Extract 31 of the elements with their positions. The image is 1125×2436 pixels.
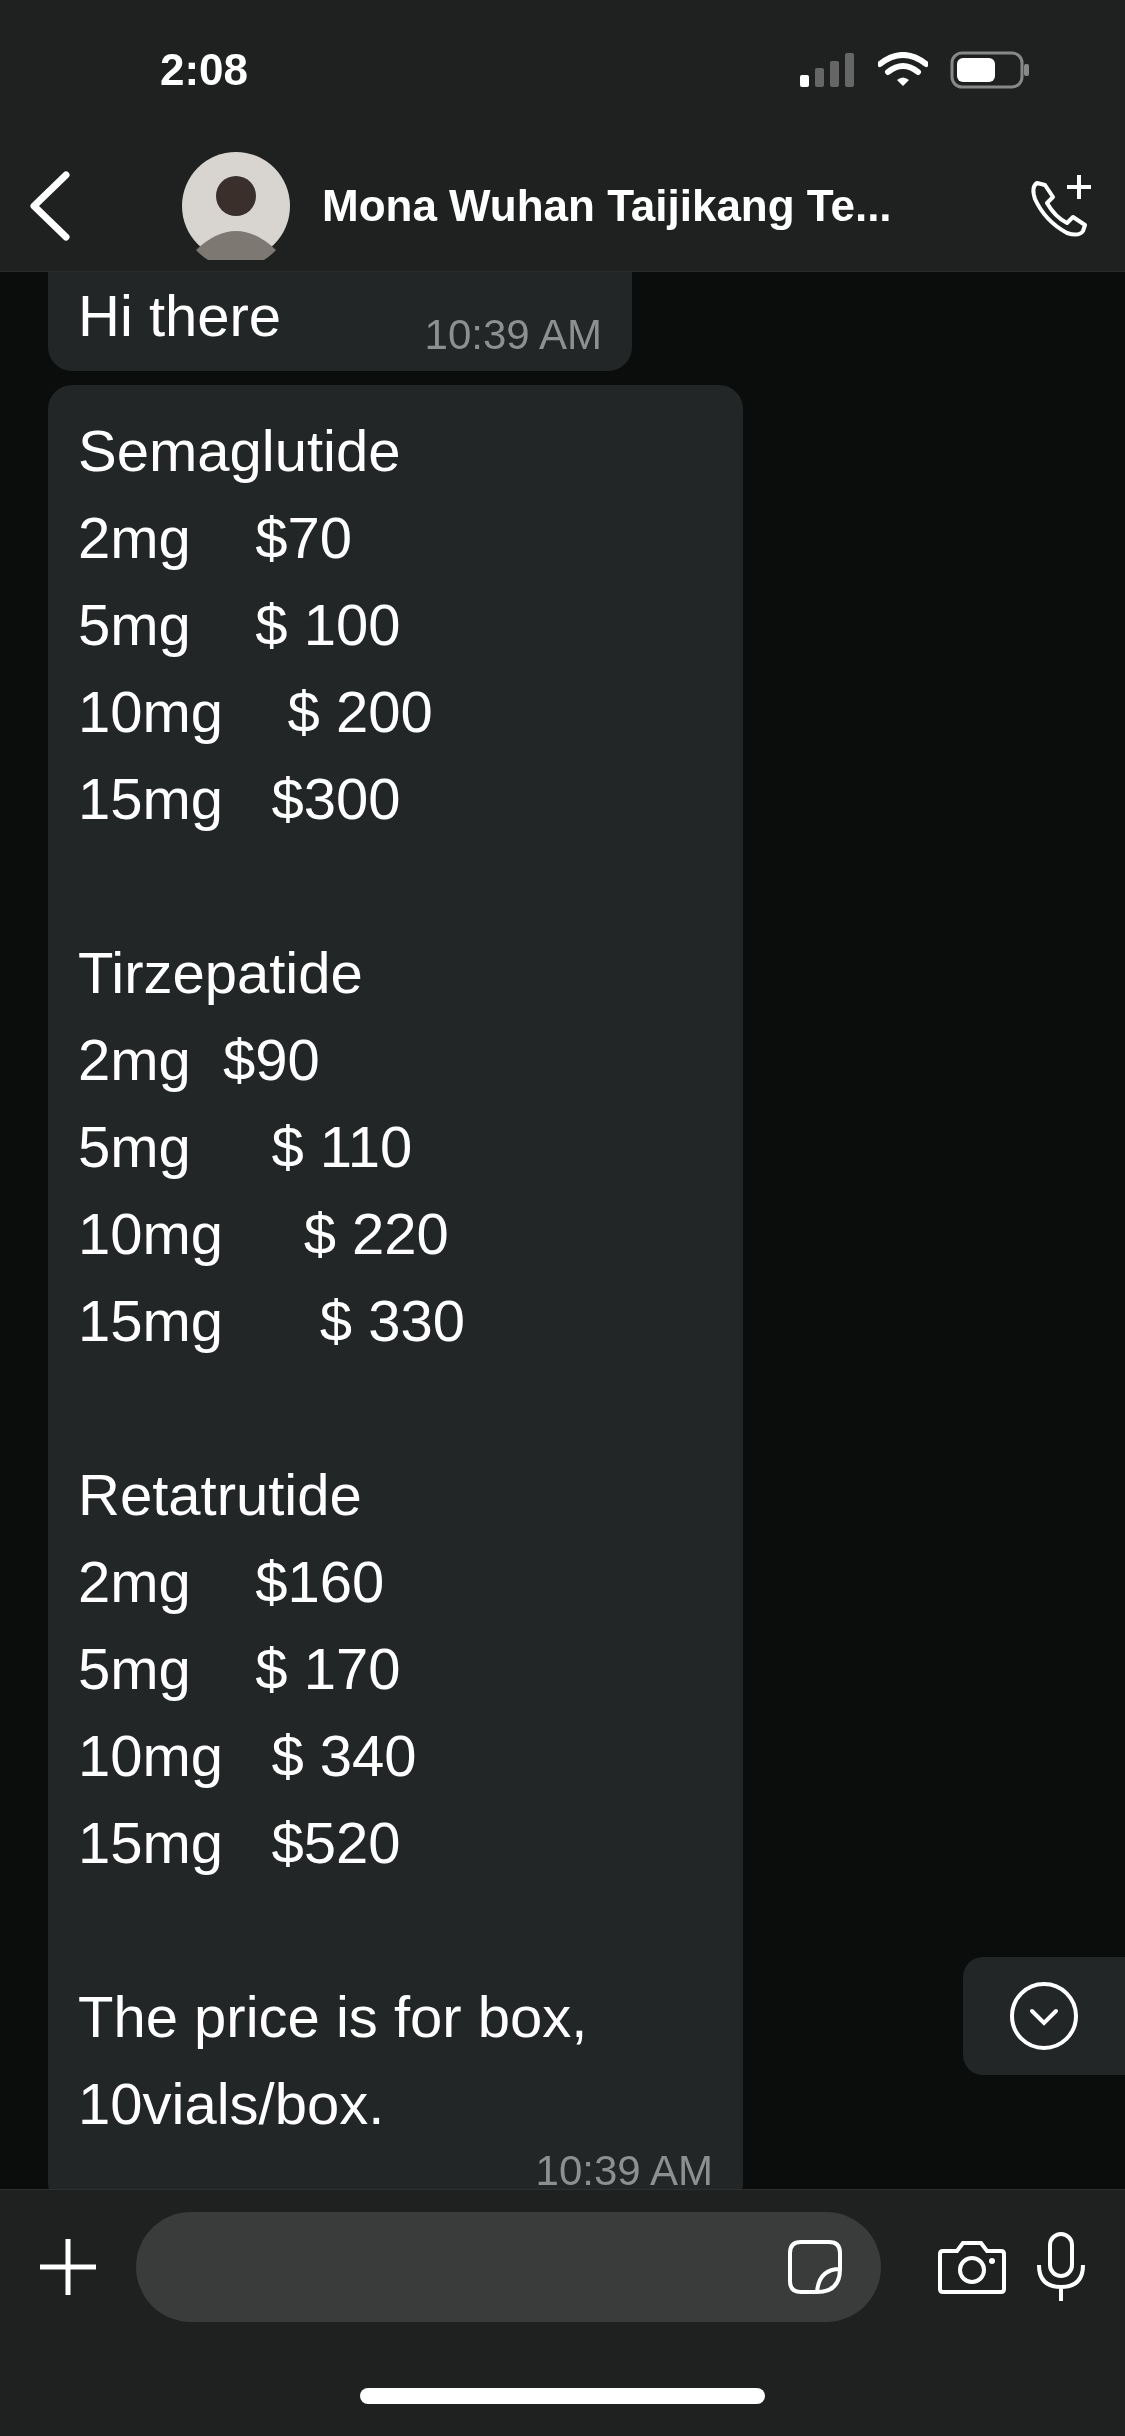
avatar-icon[interactable] [182,151,290,260]
back-icon[interactable] [28,170,72,241]
message-text: 2mg $160 [78,1548,385,1616]
message-text: 15mg $520 [78,1809,401,1877]
message-text: 10mg $ 200 [78,678,433,746]
plus-icon[interactable] [38,2237,98,2297]
message-text: Semaglutide [78,417,401,485]
message-text: 2mg $70 [78,504,353,572]
sticker-icon[interactable] [787,2239,843,2295]
message-text: 15mg $300 [78,765,401,833]
chevron-down-icon [1009,1981,1079,2051]
message-text: Hi there [78,282,282,350]
message-text: 5mg $ 100 [78,591,401,659]
message-time: 10:39 AM [535,2147,713,2189]
camera-icon[interactable] [937,2239,1007,2295]
microphone-icon[interactable] [1035,2231,1087,2303]
message-text: Tirzepatide [78,939,363,1007]
wifi-icon [878,52,928,88]
message-text: 15mg $ 330 [78,1287,465,1355]
status-time: 2:08 [160,45,249,95]
message-text: 10mg $ 340 [78,1722,417,1790]
message-text: Retatrutide [78,1461,362,1529]
message-text: 5mg $ 170 [78,1635,401,1703]
message-text: The price is for box, 10vials/box. [78,1983,589,2138]
signal-icon [800,53,856,87]
message-text: 10mg $ 220 [78,1200,449,1268]
message-text: 2mg $90 [78,1026,320,1094]
scroll-down-button[interactable] [963,1957,1125,2075]
battery-icon [950,51,1030,89]
message-text: 5mg $ 110 [78,1113,413,1181]
message-time: 10:39 AM [424,311,602,359]
